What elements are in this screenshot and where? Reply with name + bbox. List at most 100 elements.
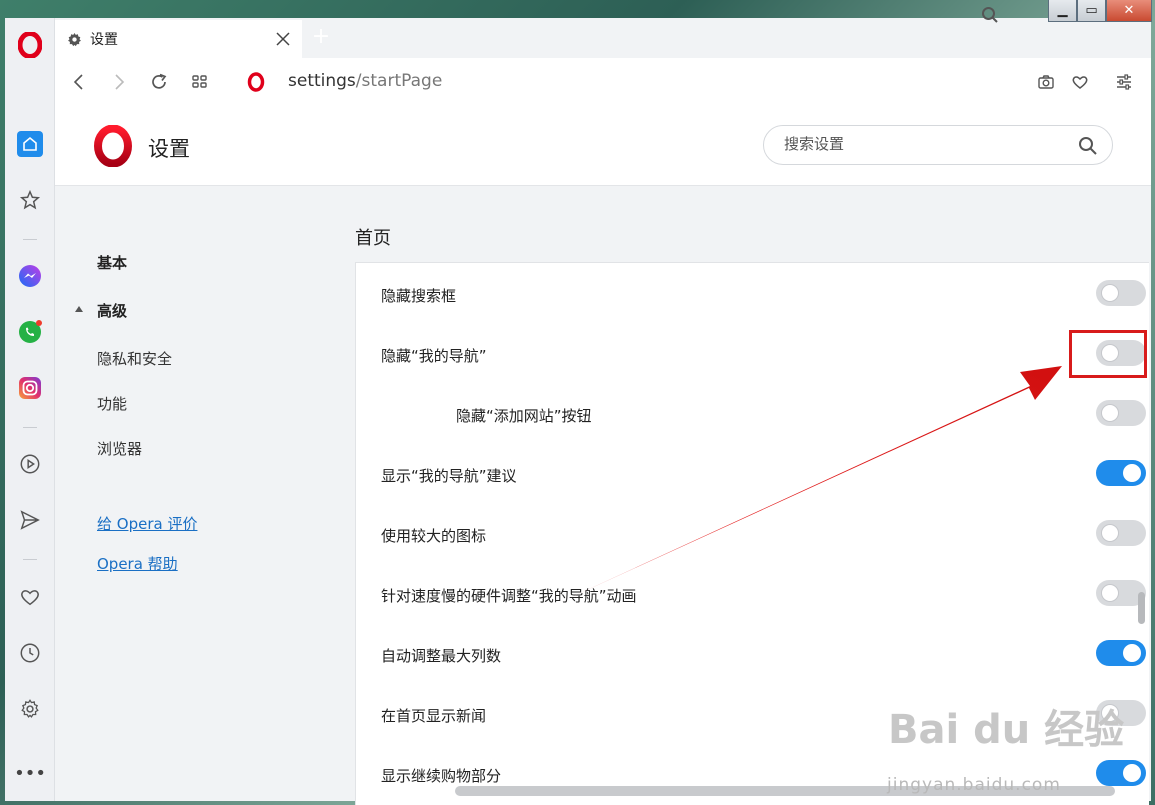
- toggle-knob: [1101, 284, 1119, 302]
- back-button[interactable]: [67, 70, 91, 94]
- sidebar-flow[interactable]: [17, 507, 43, 533]
- plus-icon: +: [311, 24, 331, 49]
- settings-nav: 基本 高级 隐私和安全 功能 浏览器 给 Opera 评价 Opera 帮助: [55, 186, 355, 801]
- sidebar-messenger[interactable]: [17, 263, 43, 289]
- gear-icon: [21, 699, 39, 718]
- opera-menu-button[interactable]: [16, 31, 44, 59]
- setting-label: 针对速度慢的硬件调整“我的导航”动画: [381, 587, 637, 605]
- new-tab-button[interactable]: +: [310, 26, 332, 48]
- sidebar-instagram[interactable]: [17, 375, 43, 401]
- messenger-icon: [19, 265, 41, 287]
- collapse-arrow-icon[interactable]: [75, 306, 83, 312]
- setting-label: 使用较大的图标: [381, 527, 487, 545]
- toggle-knob: [1101, 404, 1119, 422]
- camera-icon: [1038, 75, 1054, 89]
- setting-label: 显示“我的导航”建议: [381, 467, 517, 485]
- setting-label: 隐藏“我的导航”: [381, 347, 487, 365]
- setting-label: 隐藏搜索框: [381, 287, 457, 305]
- instagram-icon: [19, 377, 41, 399]
- tab-settings[interactable]: 设置: [55, 20, 302, 58]
- continue-shopping-toggle[interactable]: [1096, 760, 1146, 786]
- chevron-right-icon: [115, 74, 125, 90]
- nav-browser[interactable]: 浏览器: [97, 438, 142, 459]
- snapshot-button[interactable]: [1034, 70, 1058, 94]
- reload-button[interactable]: [147, 70, 171, 94]
- chevron-left-icon: [73, 74, 83, 90]
- tab-title: 设置: [90, 32, 118, 48]
- toggle-knob: [1123, 764, 1141, 782]
- sidebar-more-button[interactable]: •••: [14, 760, 46, 786]
- clock-icon: [20, 643, 40, 663]
- search-icon[interactable]: [1078, 136, 1098, 156]
- nav-advanced[interactable]: 高级: [97, 300, 127, 321]
- whatsapp-icon: [19, 320, 42, 343]
- heart-icon: [1072, 76, 1088, 89]
- hide-add-site-toggle[interactable]: [1096, 400, 1146, 426]
- play-icon: [20, 454, 40, 474]
- show-speed-dial-suggestions-toggle[interactable]: [1096, 460, 1146, 486]
- setting-row: 显示“我的导航”建议: [356, 443, 1150, 503]
- watermark-text: jingyan.baidu.com: [887, 775, 1061, 795]
- url-path: /startPage: [355, 71, 443, 91]
- nav-basic[interactable]: 基本: [97, 252, 127, 273]
- rate-opera-link[interactable]: 给 Opera 评价: [97, 513, 197, 534]
- watermark-logo: Bai du 经验: [888, 707, 1125, 753]
- bookmark-page-button[interactable]: [1068, 70, 1092, 94]
- sidebar-settings[interactable]: [17, 696, 43, 722]
- close-tab-icon[interactable]: [274, 30, 292, 48]
- hide-search-box-toggle[interactable]: [1096, 280, 1146, 306]
- sidebar-separator: [23, 559, 37, 560]
- heart-icon: [21, 590, 39, 606]
- address-bar: settings/startPage: [55, 58, 1151, 106]
- toggle-knob: [1123, 464, 1141, 482]
- forward-button[interactable]: [107, 70, 131, 94]
- star-icon: [19, 189, 41, 210]
- toggle-knob: [1101, 584, 1119, 602]
- vertical-scrollbar[interactable]: [1138, 592, 1145, 624]
- toggle-knob: [1101, 524, 1119, 542]
- larger-icons-toggle[interactable]: [1096, 520, 1146, 546]
- setting-row: 自动调整最大列数: [356, 623, 1150, 683]
- grid-icon: [192, 75, 207, 88]
- sidebar-history[interactable]: [17, 640, 43, 666]
- setting-label: 显示继续购物部分: [381, 767, 502, 785]
- setting-row: 使用较大的图标: [356, 503, 1150, 563]
- toggle-knob: [1123, 644, 1141, 662]
- setting-label: 自动调整最大列数: [381, 647, 502, 665]
- setting-row: 隐藏“我的导航”: [356, 323, 1150, 383]
- search-input[interactable]: [784, 135, 1064, 153]
- sidebar-whatsapp[interactable]: [17, 319, 43, 345]
- opera-logo-icon: [94, 125, 132, 167]
- gear-icon: [68, 32, 81, 46]
- opera-help-link[interactable]: Opera 帮助: [97, 553, 178, 574]
- sidebar-bookmarks[interactable]: [17, 187, 43, 213]
- auto-max-columns-toggle[interactable]: [1096, 640, 1146, 666]
- setting-row: 隐藏“添加网站”按钮: [356, 383, 1150, 443]
- sidebar-speed-dial[interactable]: [17, 131, 43, 157]
- more-dots-icon: •••: [14, 762, 46, 784]
- settings-header: 设置: [55, 106, 1151, 186]
- sidebar: •••: [5, 18, 55, 801]
- sliders-icon: [1117, 74, 1131, 90]
- nav-features[interactable]: 功能: [97, 393, 127, 414]
- section-title: 首页: [355, 228, 391, 249]
- reload-icon: [152, 73, 167, 89]
- sidebar-separator: [23, 427, 37, 428]
- setting-row: 针对速度慢的硬件调整“我的导航”动画: [356, 563, 1150, 623]
- tab-strip: 设置 +: [55, 18, 1151, 58]
- sidebar-separator: [23, 239, 37, 240]
- opera-logo-icon: [18, 32, 42, 58]
- tab-grid-button[interactable]: [188, 70, 212, 94]
- sidebar-my-stuff[interactable]: [17, 584, 43, 610]
- nav-privacy-security[interactable]: 隐私和安全: [97, 348, 172, 369]
- url-host: settings: [288, 71, 356, 91]
- setting-label: 隐藏“添加网站”按钮: [456, 407, 592, 425]
- sidebar-player[interactable]: [17, 451, 43, 477]
- opera-site-icon: [247, 72, 265, 92]
- settings-search[interactable]: [763, 125, 1113, 165]
- home-icon: [17, 131, 43, 157]
- url-field[interactable]: settings/startPage: [288, 71, 442, 91]
- setting-label: 在首页显示新闻: [381, 707, 487, 725]
- page-title: 设置: [148, 137, 190, 161]
- easy-setup-button[interactable]: [1112, 70, 1136, 94]
